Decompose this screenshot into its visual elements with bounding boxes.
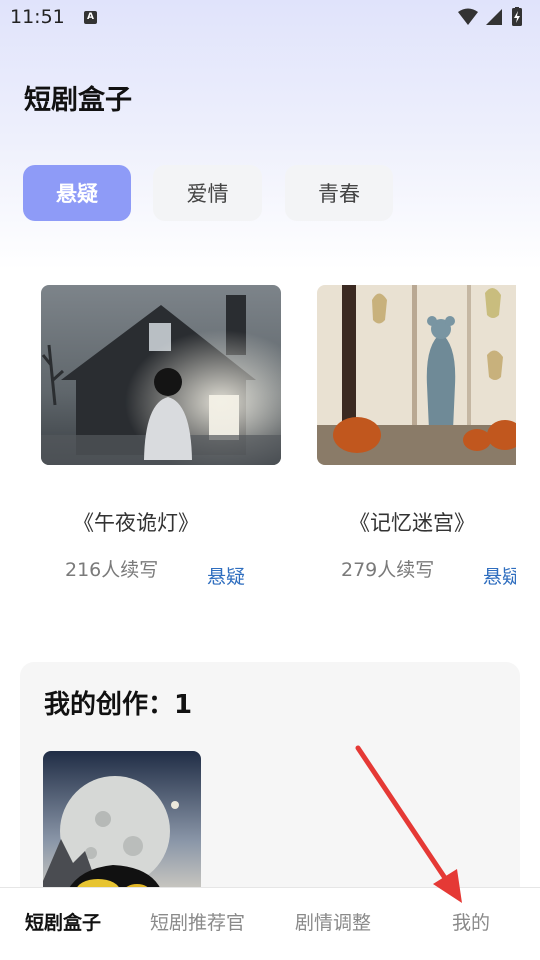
story-title[interactable]: 《记忆迷宫》 xyxy=(349,507,475,537)
battery-charging-icon xyxy=(512,7,522,26)
nav-item-plot-adjust[interactable]: 剧情调整 xyxy=(295,908,371,935)
nav-item-drama-box[interactable]: 短剧盒子 xyxy=(25,908,101,935)
nav-item-recommender[interactable]: 短剧推荐官 xyxy=(150,908,245,935)
wifi-icon xyxy=(458,8,478,25)
story-title[interactable]: 《午夜诡灯》 xyxy=(73,507,199,537)
app-screen: 11:51 A 短剧盒子 悬疑 爱情 青春 《午夜诡灯》 216人续写 悬疑 《… xyxy=(0,0,540,960)
story-cover-image[interactable] xyxy=(41,285,281,465)
signal-icon xyxy=(486,9,502,25)
page-title: 短剧盒子 xyxy=(24,85,132,116)
story-genre-tag[interactable]: 悬疑 xyxy=(483,562,516,589)
nav-item-mine[interactable]: 我的 xyxy=(452,908,490,935)
my-works-panel: 我的创作：1 xyxy=(20,662,520,922)
tab-suspense[interactable]: 悬疑 xyxy=(23,165,131,221)
story-continue-count: 216人续写 xyxy=(65,559,159,581)
story-continue-count: 279人续写 xyxy=(341,559,435,581)
my-works-count-label: 我的创作：1 xyxy=(44,690,193,720)
notification-a-icon: A xyxy=(84,11,97,24)
status-icons xyxy=(458,7,522,26)
story-cover-image[interactable] xyxy=(317,285,516,465)
story-genre-tag[interactable]: 悬疑 xyxy=(207,562,245,589)
story-card[interactable]: 《记忆迷宫》 279人续写 悬疑 xyxy=(317,285,516,595)
my-work-cover-image[interactable] xyxy=(43,751,201,901)
tab-romance[interactable]: 爱情 xyxy=(153,165,262,221)
bottom-nav: 短剧盒子 短剧推荐官 剧情调整 我的 xyxy=(0,887,540,960)
status-time: 11:51 xyxy=(10,6,65,28)
tab-youth[interactable]: 青春 xyxy=(285,165,393,221)
status-bar: 11:51 A xyxy=(0,0,540,36)
